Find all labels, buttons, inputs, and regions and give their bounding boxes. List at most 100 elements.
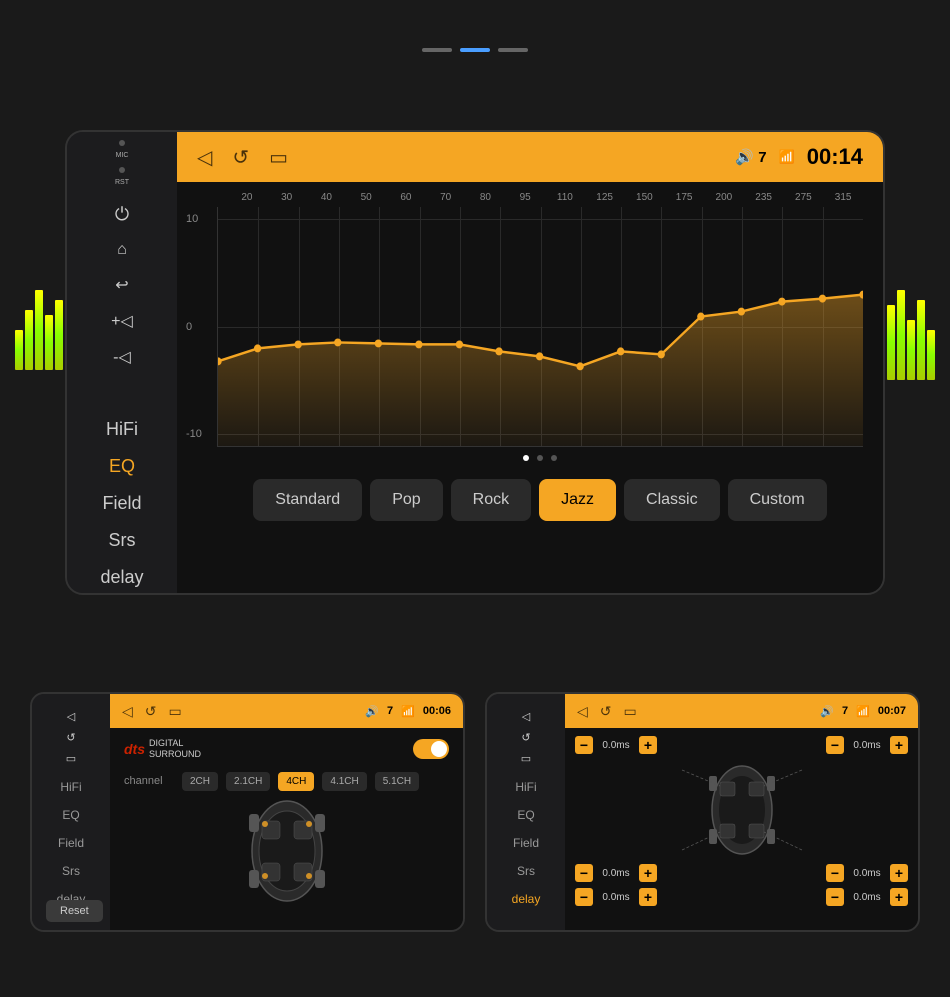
eq-point[interactable] — [456, 340, 463, 348]
delay-fl-minus[interactable]: − — [575, 736, 593, 754]
delay-mr-minus[interactable]: − — [826, 864, 844, 882]
eq-point[interactable] — [658, 350, 665, 358]
small-back-icon[interactable]: ◁ — [67, 710, 75, 723]
small-screen-icon[interactable]: ▭ — [66, 752, 76, 765]
back-icon[interactable]: ↩ — [115, 275, 128, 295]
dts-logo: dts DIGITAL SURROUND — [124, 738, 201, 760]
eq-point[interactable] — [334, 338, 341, 346]
r-refresh[interactable]: ↺ — [600, 703, 612, 720]
delay-rl-plus[interactable]: + — [639, 888, 657, 906]
preset-standard[interactable]: Standard — [253, 479, 362, 521]
ch-41ch[interactable]: 4.1CH — [322, 772, 366, 791]
power-icon[interactable]: ⏻ — [115, 204, 129, 225]
delay-fr-plus[interactable]: + — [890, 736, 908, 754]
delay-rr-plus[interactable]: + — [890, 888, 908, 906]
y-label-neg10: -10 — [186, 428, 202, 440]
eq-point[interactable] — [254, 344, 261, 352]
indicator-2[interactable] — [460, 48, 490, 52]
eq-point[interactable] — [536, 352, 543, 360]
r-small-sidebar-srs[interactable]: Srs — [487, 857, 565, 885]
delay-rl-minus[interactable]: − — [575, 888, 593, 906]
reset-button[interactable]: Reset — [46, 900, 103, 922]
dot-1[interactable] — [523, 455, 529, 461]
preset-classic[interactable]: Classic — [624, 479, 720, 521]
r-small-sidebar-field[interactable]: Field — [487, 829, 565, 857]
eq-point[interactable] — [697, 313, 704, 321]
eq-point[interactable] — [415, 340, 422, 348]
eq-point[interactable] — [576, 362, 583, 370]
eq-point[interactable] — [294, 340, 301, 348]
small-nav-icon[interactable]: ↺ — [66, 731, 75, 744]
freq-60: 60 — [386, 192, 426, 203]
eq-fill — [218, 295, 863, 446]
eq-point[interactable] — [495, 347, 502, 355]
small-sidebar-hifi[interactable]: HiFi — [32, 773, 110, 801]
right-small-topbar: ◁ ↺ ▭ 🔊 7 📶 00:07 — [565, 694, 918, 728]
sidebar-item-delay[interactable]: delay — [67, 559, 177, 595]
dot-2[interactable] — [537, 455, 543, 461]
sidebar-item-eq[interactable]: EQ — [67, 448, 177, 485]
eq-point[interactable] — [778, 298, 785, 306]
dts-toggle[interactable] — [413, 739, 449, 759]
eq-point[interactable] — [738, 308, 745, 316]
r-back-nav[interactable]: ◁ — [577, 703, 588, 720]
refresh-icon[interactable]: ↺ — [232, 145, 249, 170]
small-screen[interactable]: ▭ — [169, 703, 182, 720]
ch-2ch[interactable]: 2CH — [182, 772, 218, 791]
eq-chart[interactable]: 10 0 -10 — [217, 207, 863, 447]
delay-mr-plus[interactable]: + — [890, 864, 908, 882]
preset-jazz[interactable]: Jazz — [539, 479, 616, 521]
r-small-screen-icon[interactable]: ▭ — [521, 752, 531, 765]
bottom-devices: ◁ ↺ ▭ HiFi EQ Field Srs delay ◁ ↺ ▭ 🔊 7 — [30, 692, 920, 932]
r-small-sidebar-delay[interactable]: delay — [487, 885, 565, 913]
volume-up-icon[interactable]: +◁ — [111, 311, 133, 331]
preset-custom[interactable]: Custom — [728, 479, 827, 521]
freq-150: 150 — [625, 192, 665, 203]
sidebar-item-field[interactable]: Field — [67, 485, 177, 522]
ch-51ch[interactable]: 5.1CH — [375, 772, 419, 791]
indicator-3[interactable] — [498, 48, 528, 52]
indicator-1[interactable] — [422, 48, 452, 52]
main-topbar: ◁ ↺ ▭ 🔊 7 📶 00:14 — [177, 132, 883, 182]
bar — [45, 315, 53, 370]
back-nav-icon[interactable]: ◁ — [197, 145, 212, 170]
ch-4ch[interactable]: 4CH — [278, 772, 314, 791]
small-sidebar-srs[interactable]: Srs — [32, 857, 110, 885]
delay-ml-plus[interactable]: + — [639, 864, 657, 882]
page-indicators — [422, 48, 528, 52]
volume-down-icon[interactable]: -◁ — [113, 347, 131, 367]
r-small-sidebar-eq[interactable]: EQ — [487, 801, 565, 829]
eq-point[interactable] — [375, 339, 382, 347]
r-small-sidebar-hifi[interactable]: HiFi — [487, 773, 565, 801]
small-volume-val: 7 — [387, 705, 393, 717]
delay-fl-plus[interactable]: + — [639, 736, 657, 754]
right-topbar-right: 🔊 7 📶 00:07 — [820, 705, 906, 718]
home-icon[interactable]: ⌂ — [117, 241, 127, 259]
eq-point[interactable] — [617, 347, 624, 355]
delay-ml-minus[interactable]: − — [575, 864, 593, 882]
channel-label: channel — [124, 775, 174, 787]
signal-display: 📶 — [779, 149, 795, 165]
ch-21ch[interactable]: 2.1CH — [226, 772, 270, 791]
small-back-nav[interactable]: ◁ — [122, 703, 133, 720]
main-content: ◁ ↺ ▭ 🔊 7 📶 00:14 20 30 40 50 60 70 80 9… — [177, 132, 883, 593]
delay-fr-minus[interactable]: − — [826, 736, 844, 754]
bar — [55, 300, 63, 370]
left-topbar-left: ◁ ↺ ▭ — [122, 703, 182, 720]
sidebar-item-hifi[interactable]: HiFi — [67, 411, 177, 448]
freq-275: 275 — [784, 192, 824, 203]
dot-3[interactable] — [551, 455, 557, 461]
eq-point[interactable] — [819, 295, 826, 303]
small-sidebar-eq[interactable]: EQ — [32, 801, 110, 829]
preset-pop[interactable]: Pop — [370, 479, 442, 521]
small-refresh[interactable]: ↺ — [145, 703, 157, 720]
small-sidebar-field[interactable]: Field — [32, 829, 110, 857]
r-small-nav-icon[interactable]: ↺ — [521, 731, 530, 744]
r-screen[interactable]: ▭ — [624, 703, 637, 720]
delay-rr-minus[interactable]: − — [826, 888, 844, 906]
topbar-left: ◁ ↺ ▭ — [197, 145, 288, 170]
preset-rock[interactable]: Rock — [451, 479, 531, 521]
screen-icon[interactable]: ▭ — [269, 145, 288, 170]
r-small-back-icon[interactable]: ◁ — [522, 710, 530, 723]
sidebar-item-srs[interactable]: Srs — [67, 522, 177, 559]
